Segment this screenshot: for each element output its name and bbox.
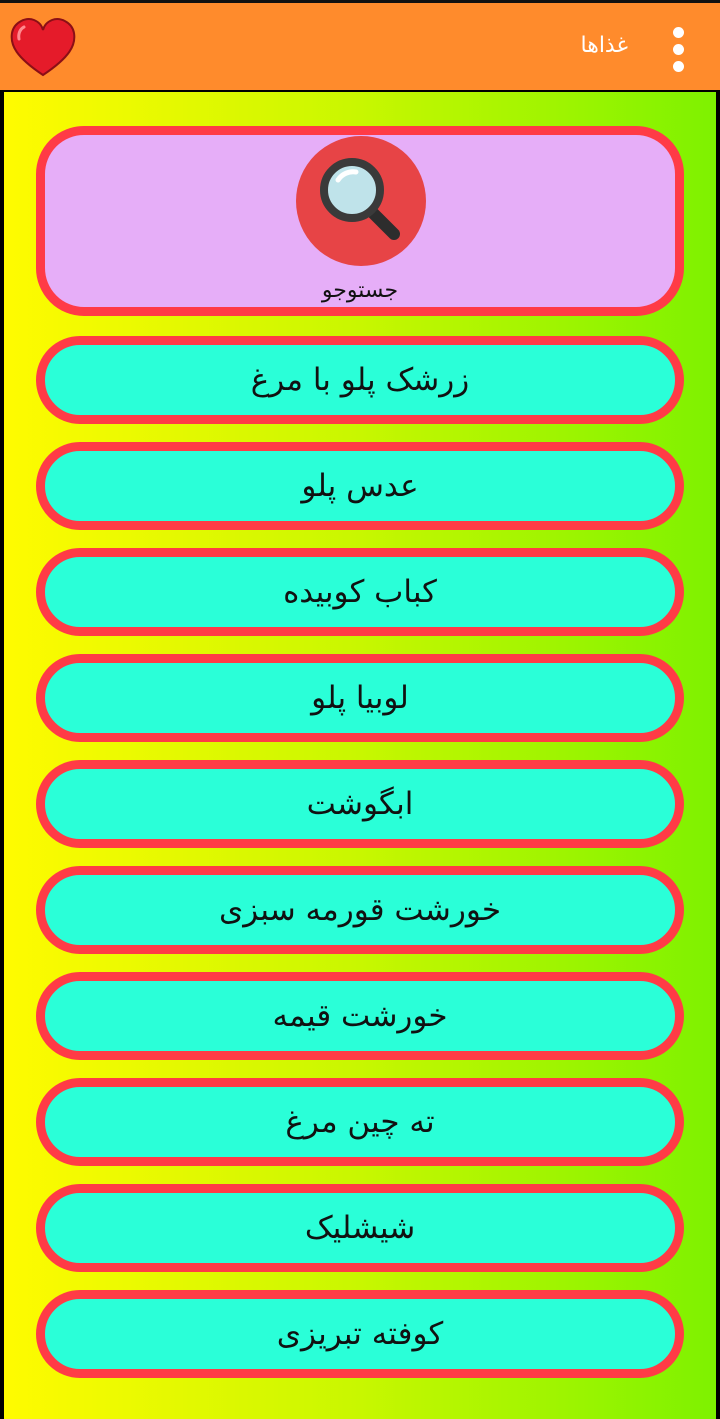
search-button[interactable] xyxy=(296,136,426,266)
food-button-gheimeh[interactable]: خورشت قیمه xyxy=(36,972,684,1060)
search-label: جستوجو xyxy=(321,278,399,303)
app-bar: غذاها xyxy=(0,0,720,90)
food-button-loobia-polo[interactable]: لوبیا پلو xyxy=(36,654,684,742)
heart-icon[interactable] xyxy=(8,17,78,79)
food-button-ghormeh-sabzi[interactable]: خورشت قورمه سبزی xyxy=(36,866,684,954)
food-button-abgoosht[interactable]: ابگوشت xyxy=(36,760,684,848)
vertical-dots-icon[interactable] xyxy=(664,25,694,75)
food-button-adas-polo[interactable]: عدس پلو xyxy=(36,442,684,530)
app-title: غذاها xyxy=(580,33,628,58)
food-button-tahchin-morgh[interactable]: ته چین مرغ xyxy=(36,1078,684,1166)
food-button-kofte-tabrizi[interactable]: کوفته تبریزی xyxy=(36,1290,684,1378)
app-screen: غذاها جستوجو زرشک پلو با مرغ عدس پلو کبا… xyxy=(0,0,720,1419)
magnifier-icon xyxy=(320,158,400,240)
food-button-kabab-koobideh[interactable]: کباب کوبیده xyxy=(36,548,684,636)
food-button-shishlik[interactable]: شیشلیک xyxy=(36,1184,684,1272)
food-button-zereshk-polo[interactable]: زرشک پلو با مرغ xyxy=(36,336,684,424)
